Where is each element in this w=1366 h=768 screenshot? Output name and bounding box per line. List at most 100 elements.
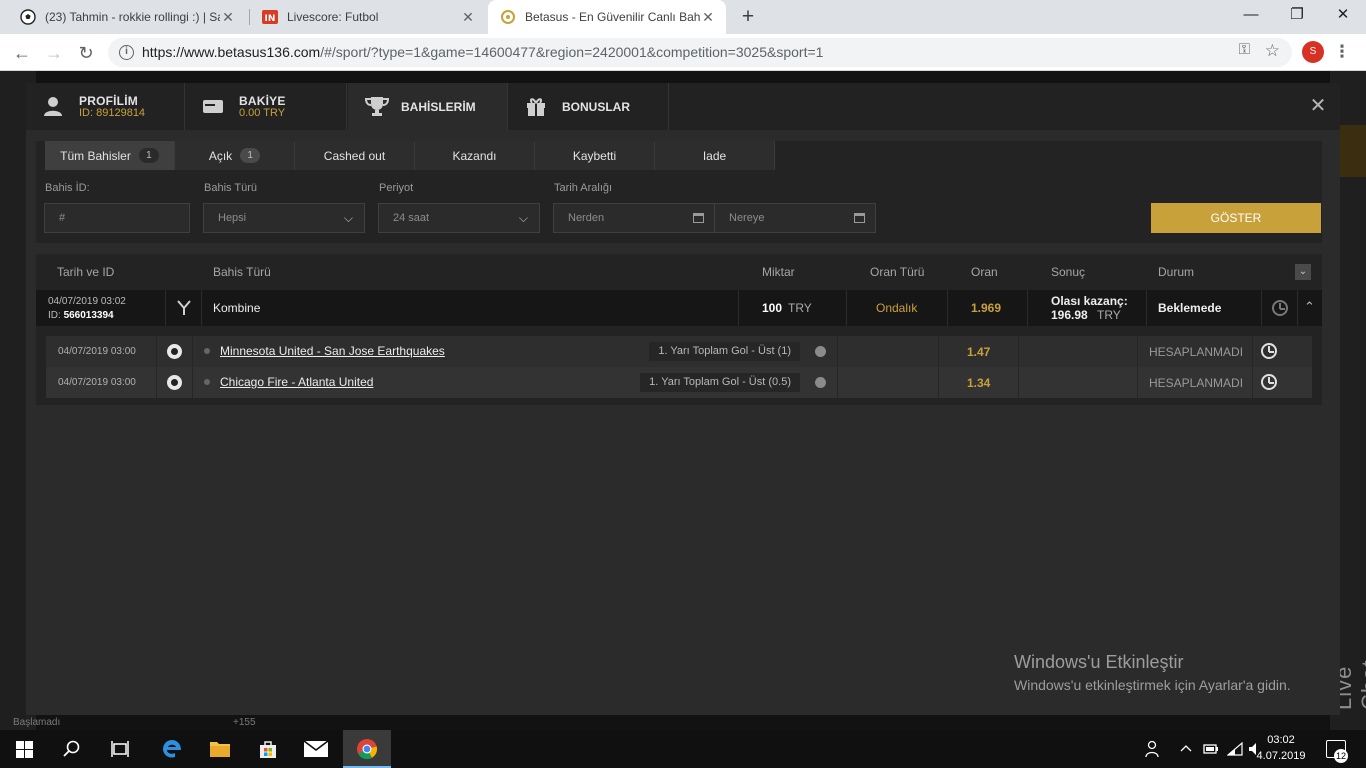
subtab-label: Açık (208, 148, 233, 163)
clock-icon[interactable] (1272, 300, 1288, 316)
site-info-icon[interactable]: i (119, 45, 134, 60)
subtab-lost[interactable]: Kaybetti (535, 141, 655, 170)
event-market: 1. Yarı Toplam Gol - Üst (0.5) (640, 373, 800, 392)
clock-icon[interactable] (1261, 374, 1277, 390)
key-icon[interactable]: ⚿ (1239, 41, 1250, 58)
restore-button[interactable]: ❐ (1274, 0, 1320, 30)
address-bar[interactable]: i https://www.betasus136.com/#/sport/?ty… (108, 38, 1292, 67)
close-tab-icon[interactable]: ✕ (460, 9, 476, 26)
bet-type-select[interactable]: Hepsi ⌵ (203, 203, 365, 233)
wallet-icon (202, 95, 224, 117)
tab-bonuses[interactable]: BONUSLAR (509, 83, 669, 130)
calendar-icon (693, 213, 704, 223)
watermark-subtitle: Windows'u etkinleştirmek için Ayarlar'a … (1014, 677, 1291, 693)
browser-tab-livescore[interactable]: IN Livescore: Futbol ✕ (250, 0, 486, 34)
close-tab-icon[interactable]: ✕ (700, 9, 716, 26)
info-icon[interactable] (815, 346, 826, 357)
subtab-refund[interactable]: Iade (655, 141, 775, 170)
subtab-label: Kazandı (452, 148, 497, 163)
header-bet-type: Bahis Türü (213, 265, 271, 279)
tab-profile-title: PROFİLİM (79, 94, 138, 108)
chevron-up-icon[interactable]: ⌃ (1304, 299, 1315, 315)
date-to-input[interactable]: Nereye (714, 203, 876, 233)
subtab-all-bets[interactable]: Tüm Bahisler 1 (45, 141, 175, 170)
bet-date-cell: 04/07/2019 03:02 ID: 566013394 (36, 290, 166, 326)
profile-avatar[interactable]: S (1302, 41, 1324, 63)
network-icon[interactable] (1226, 740, 1243, 761)
tab-title: Livescore: Futbol (287, 10, 379, 24)
bookmark-star-icon[interactable]: ☆ (1265, 41, 1280, 61)
event-history-cell (1253, 336, 1289, 367)
bg-status-text: Başlamadı (13, 717, 61, 728)
browser-menu-icon[interactable]: ⋮ (1333, 40, 1351, 64)
reload-button[interactable]: ↻ (72, 39, 100, 67)
task-view-button[interactable] (96, 730, 144, 768)
collapse-all-icon[interactable]: ⌄ (1295, 264, 1311, 280)
modal-close-icon[interactable]: ✕ (1308, 96, 1328, 116)
tab-my-bets[interactable]: BAHİSLERİM (348, 83, 508, 130)
taskbar-date[interactable]: 4.07.2019 (1250, 750, 1312, 762)
mail-button[interactable] (292, 730, 340, 768)
header-odd: Oran (971, 265, 998, 279)
browser-tab-betasus[interactable]: Betasus - En Güvenilir Canlı Bahis ✕ (488, 0, 726, 34)
period-select[interactable]: 24 saat ⌵ (378, 203, 540, 233)
tab-balance[interactable]: BAKİYE 0.00 TRY (186, 83, 347, 130)
event-date-cell: 04/07/2019 03:00 (46, 367, 157, 398)
store-button[interactable] (244, 730, 292, 768)
count-badge: 1 (138, 148, 159, 163)
chrome-icon (357, 739, 378, 760)
minimize-button[interactable]: — (1228, 0, 1274, 30)
watermark-title: Windows'u Etkinleştir (1014, 652, 1184, 672)
clock-icon[interactable] (1261, 343, 1277, 359)
activation-watermark: Windows'u Etkinleştir Windows'u etkinleş… (1014, 652, 1291, 693)
browser-tab-strip: (23) Tahmin - rokkie rollingi :) | Sa ✕ … (0, 0, 1366, 34)
tab-profile[interactable]: PROFİLİM ID: 89129814 (26, 83, 185, 130)
event-match-link[interactable]: Chicago Fire - Atlanta United (220, 375, 373, 389)
subtab-cashed-out[interactable]: Cashed out (295, 141, 415, 170)
start-button[interactable] (0, 730, 48, 768)
browser-tab-tahmin[interactable]: (23) Tahmin - rokkie rollingi :) | Sa ✕ (8, 0, 246, 34)
event-status-cell: HESAPLANMADI (1138, 336, 1253, 367)
battery-icon[interactable] (1203, 740, 1219, 761)
event-match-link[interactable]: Minnesota United - San Jose Earthquakes (220, 344, 445, 358)
close-window-button[interactable]: ✕ (1320, 0, 1366, 30)
people-icon[interactable] (1142, 740, 1160, 761)
back-button[interactable]: ← (8, 39, 36, 67)
taskbar: 03:02 4.07.2019 12 (0, 730, 1366, 768)
chevron-up-icon[interactable] (1180, 740, 1192, 761)
count-badge: 1 (240, 148, 261, 163)
browser-toolbar: ← → ↻ i https://www.betasus136.com/#/spo… (0, 34, 1366, 71)
header-result: Sonuç (1051, 265, 1086, 279)
new-tab-button[interactable]: + (736, 4, 760, 30)
edge-browser-button[interactable] (148, 730, 196, 768)
chrome-button[interactable] (343, 730, 391, 768)
bet-events: 04/07/2019 03:00 Minnesota United - San … (46, 336, 1312, 398)
forward-button[interactable]: → (40, 39, 68, 67)
event-status: HESAPLANMADI (1149, 345, 1244, 359)
event-cell: Chicago Fire - Atlanta United 1. Yarı To… (193, 367, 838, 398)
possible-win-label: Olası kazanç: (1051, 294, 1128, 308)
result-cell: Olası kazanç: 196.98 TRY (1028, 290, 1147, 326)
tab-bonuses-title: BONUSLAR (562, 100, 630, 114)
bet-type-cell: Kombine (202, 290, 739, 326)
my-bets-modal: PROFİLİM ID: 89129814 BAKİYE 0.00 TRY BA… (26, 83, 1340, 715)
task-view-icon (111, 741, 129, 757)
subtab-open[interactable]: Açık 1 (175, 141, 295, 170)
expand-cell[interactable]: ⌃ (1298, 290, 1322, 326)
table-row[interactable]: 04/07/2019 03:02 ID: 566013394 Kombine 1… (36, 290, 1322, 326)
taskbar-time[interactable]: 03:02 (1254, 734, 1308, 746)
subtab-won[interactable]: Kazandı (415, 141, 535, 170)
show-button[interactable]: GÖSTER (1151, 203, 1321, 233)
close-tab-icon[interactable]: ✕ (220, 9, 236, 26)
bet-id-input[interactable]: # (44, 203, 190, 233)
date-from-input[interactable]: Nerden (553, 203, 715, 233)
event-result-cell (1019, 336, 1138, 367)
file-explorer-button[interactable] (196, 730, 244, 768)
period-value: 24 saat (393, 212, 430, 224)
betasus-icon (500, 9, 516, 25)
header-status: Durum (1158, 265, 1195, 279)
info-icon[interactable] (815, 377, 826, 388)
event-date: 04/07/2019 03:00 (58, 346, 136, 357)
search-button[interactable] (48, 730, 96, 768)
event-date: 04/07/2019 03:00 (58, 377, 136, 388)
